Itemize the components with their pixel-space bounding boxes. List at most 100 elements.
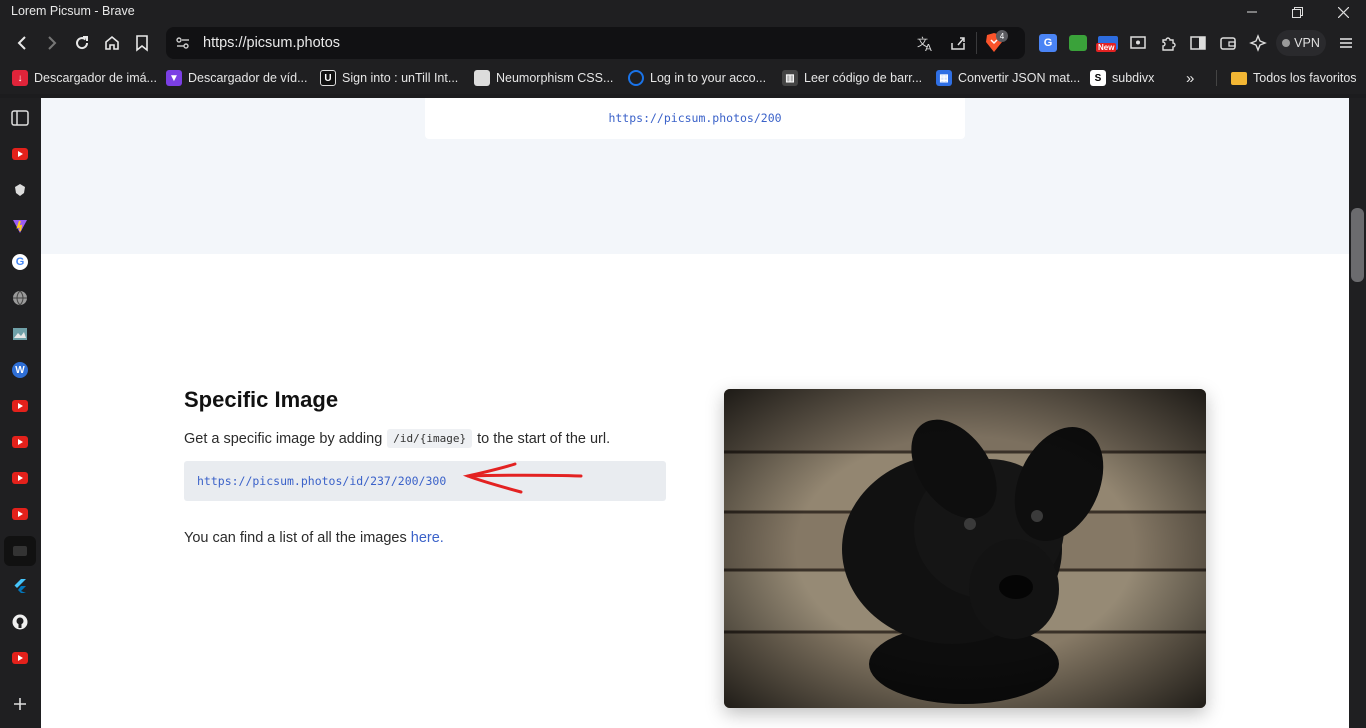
back-button[interactable] xyxy=(8,29,36,57)
divider xyxy=(976,32,977,54)
new-extension[interactable]: New xyxy=(1094,29,1122,57)
back-icon xyxy=(17,36,26,50)
sidebar-item-youtube[interactable] xyxy=(8,646,32,670)
sidebar-item-youtube[interactable] xyxy=(8,394,32,418)
sidebar-item-wordpress[interactable]: W xyxy=(8,358,32,382)
svg-text:A: A xyxy=(925,43,932,52)
extensions-button[interactable] xyxy=(1154,29,1182,57)
neumorphism-icon xyxy=(474,70,490,86)
puppy-photo-illustration xyxy=(724,389,1206,708)
printer-icon xyxy=(1069,35,1087,51)
close-icon xyxy=(1337,6,1349,18)
puppy-photo xyxy=(724,389,1206,708)
youtube-icon xyxy=(12,148,28,160)
bookmark-item[interactable]: U Sign into : unTill Int... xyxy=(320,69,458,87)
sidebar-item-github[interactable] xyxy=(8,610,32,634)
printer-extension[interactable] xyxy=(1064,29,1092,57)
menu-button[interactable] xyxy=(1332,29,1360,57)
home-button[interactable] xyxy=(98,29,126,57)
translate-icon[interactable]: 文A xyxy=(916,34,934,52)
bookmarks-overflow-button[interactable]: » xyxy=(1186,69,1194,87)
code-block: https://picsum.photos/id/237/200/300 xyxy=(184,461,666,501)
page-scrollbar-track[interactable] xyxy=(1349,98,1366,728)
browser-toolbar: https://picsum.photos 文A 4 G New VPN xyxy=(0,24,1366,62)
subdivx-icon: S xyxy=(1090,70,1106,86)
sidebar-item-flutter[interactable] xyxy=(8,574,32,598)
minimize-button[interactable] xyxy=(1229,0,1275,24)
sidebar-toggle-button[interactable] xyxy=(1184,29,1212,57)
brave-shields-button[interactable]: 4 xyxy=(984,30,1008,54)
bookmark-label: Leer código de barr... xyxy=(804,71,923,85)
minimize-icon xyxy=(1247,11,1257,13)
sidebar-item-youtube[interactable] xyxy=(8,502,32,526)
sidebar-item-vite[interactable] xyxy=(8,214,32,238)
share-icon[interactable] xyxy=(949,34,967,52)
folder-icon xyxy=(1231,71,1247,85)
youtube-icon xyxy=(12,508,28,520)
sidebar-item-youtube[interactable] xyxy=(8,430,32,454)
wallet-button[interactable] xyxy=(1214,29,1242,57)
bookmark-item[interactable]: ▼ Descargador de víd... xyxy=(166,69,308,87)
sidebar-panel-button[interactable] xyxy=(8,106,32,130)
sidebar-item-gem[interactable] xyxy=(8,178,32,202)
url-text: https://picsum.photos xyxy=(203,35,341,51)
description-text: Get a specific image by adding xyxy=(184,430,383,447)
find-text: You can find a list of all the images xyxy=(184,530,407,546)
bookmark-item[interactable]: ▥ Leer código de barr... xyxy=(782,69,922,87)
youtube-icon xyxy=(12,652,28,664)
reload-button[interactable] xyxy=(68,29,96,57)
bookmark-item[interactable]: S subdivx xyxy=(1090,69,1154,87)
json-icon: ▦ xyxy=(936,70,952,86)
gem-icon xyxy=(15,184,25,196)
plus-icon xyxy=(14,698,26,710)
code-card: https://picsum.photos/200 xyxy=(425,98,965,139)
bookmark-label: subdivx xyxy=(1112,71,1155,85)
sidebar-item-google[interactable]: G xyxy=(8,250,32,274)
vite-icon xyxy=(13,220,27,233)
new-badge: New xyxy=(1096,43,1117,52)
chevron-double-right-icon: » xyxy=(1186,69,1195,87)
hamburger-menu-icon xyxy=(1340,38,1352,48)
shields-count-badge: 4 xyxy=(996,30,1008,42)
forward-icon xyxy=(48,36,57,50)
code-example-url: https://picsum.photos/id/237/200/300 xyxy=(197,474,447,488)
bookmark-item[interactable]: ↓ Descargador de imá... xyxy=(12,69,157,87)
restore-button[interactable] xyxy=(1274,0,1320,24)
close-window-button[interactable] xyxy=(1320,0,1366,24)
image-gallery-icon xyxy=(13,328,27,340)
description-text: to the start of the url. xyxy=(477,430,611,447)
forward-button[interactable] xyxy=(38,29,66,57)
bookmark-button[interactable] xyxy=(128,29,156,57)
flutter-icon xyxy=(14,579,26,593)
sidebar-item-youtube[interactable] xyxy=(8,142,32,166)
sidebar-item-youtube[interactable] xyxy=(8,466,32,490)
google-translate-extension[interactable]: G xyxy=(1034,29,1062,57)
google-translate-icon: G xyxy=(1039,34,1057,52)
images-list-link[interactable]: here. xyxy=(411,530,444,546)
cast-extension[interactable] xyxy=(1124,29,1152,57)
section-title: Specific Image xyxy=(184,387,339,412)
youtube-icon xyxy=(12,400,28,412)
google-icon: G xyxy=(12,254,28,270)
inline-code: /id/{image} xyxy=(387,429,473,448)
bookmark-item[interactable]: ▦ Convertir JSON mat... xyxy=(936,69,1080,87)
app-icon xyxy=(13,546,27,556)
restore-icon xyxy=(1291,6,1303,18)
leo-ai-button[interactable] xyxy=(1244,29,1272,57)
bookmark-item[interactable]: Log in to your acco... xyxy=(628,69,766,87)
site-settings-icon xyxy=(176,37,189,49)
sidebar-item-web[interactable] xyxy=(8,286,32,310)
login-icon xyxy=(628,70,644,86)
previous-section-band: https://picsum.photos/200 xyxy=(41,98,1349,254)
all-favorites-folder[interactable]: Todos los favoritos xyxy=(1231,69,1357,87)
youtube-icon xyxy=(12,472,28,484)
sidebar-item-images[interactable] xyxy=(8,322,32,346)
images-list-text: You can find a list of all the images he… xyxy=(184,530,444,546)
sidebar-add-button[interactable] xyxy=(8,692,32,716)
sidebar-item-app[interactable] xyxy=(4,536,36,566)
code-example-url: https://picsum.photos/200 xyxy=(608,111,782,125)
vpn-button[interactable]: VPN xyxy=(1276,30,1326,56)
bookmark-item[interactable]: Neumorphism CSS... xyxy=(474,69,613,87)
address-bar[interactable]: https://picsum.photos 文A 4 xyxy=(166,27,1025,59)
page-scrollbar-thumb[interactable] xyxy=(1351,208,1364,282)
